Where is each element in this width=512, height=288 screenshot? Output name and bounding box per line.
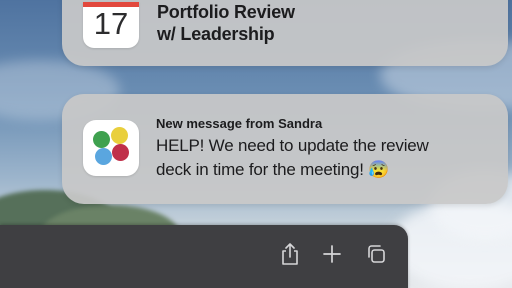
calendar-day: 17: [93, 6, 129, 41]
plus-icon[interactable]: [319, 241, 345, 267]
colored-dots-app-icon: [83, 120, 139, 176]
message-notification[interactable]: New message from Sandra HELP! We need to…: [62, 94, 508, 204]
event-title-line-2: w/ Leadership: [157, 24, 275, 44]
event-title: Portfolio Review w/ Leadership: [157, 1, 295, 45]
tabs-icon[interactable]: [363, 241, 389, 267]
red-dot: [112, 144, 129, 161]
calendar-notification[interactable]: 17 Portfolio Review w/ Leadership: [62, 0, 508, 66]
notification-header: New message from Sandra: [156, 116, 323, 131]
yellow-dot: [111, 127, 128, 144]
green-dot: [93, 131, 110, 148]
notification-body: HELP! We need to update the review deck …: [156, 136, 429, 179]
calendar-icon: 17: [83, 2, 139, 48]
bottom-toolbar: [0, 225, 408, 288]
share-icon[interactable]: [277, 241, 303, 267]
blue-dot: [95, 148, 112, 165]
event-title-line-1: Portfolio Review: [157, 2, 295, 22]
